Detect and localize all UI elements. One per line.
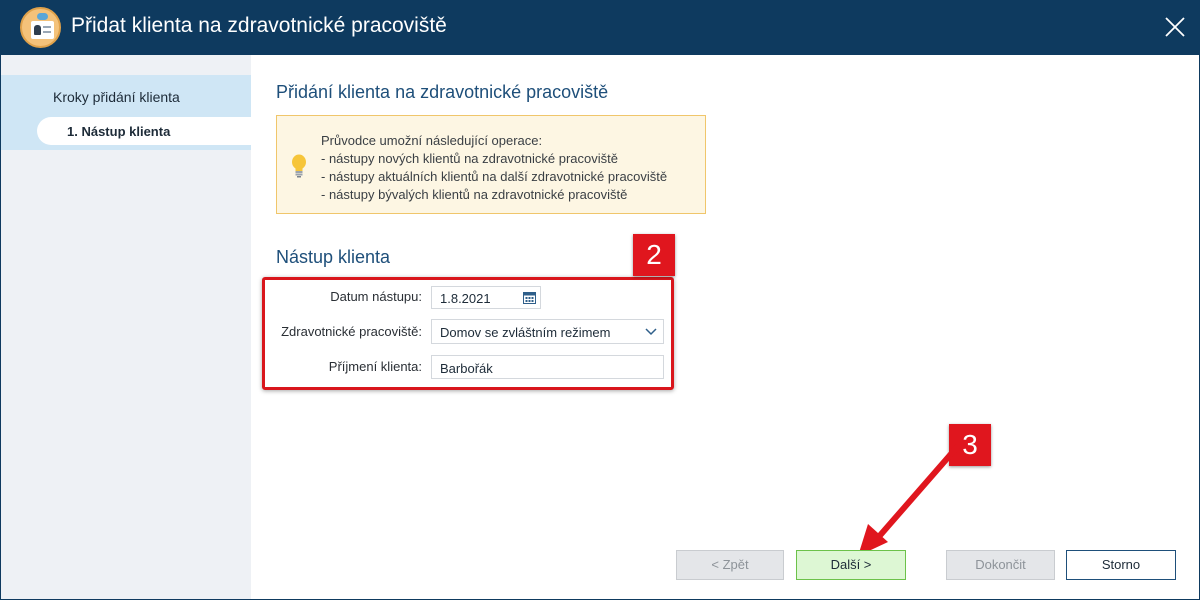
- page-title: Přidání klienta na zdravotnické pracoviš…: [276, 82, 609, 102]
- info-line: - nástupy aktuálních klientů na další zd…: [321, 169, 668, 184]
- steps-heading: Kroky přidání klienta: [53, 89, 180, 105]
- step-item-client-admission[interactable]: 1. Nástup klienta: [37, 117, 251, 145]
- cancel-button[interactable]: Storno: [1066, 550, 1176, 580]
- lightbulb-icon: [292, 154, 306, 178]
- section-title: Nástup klienta: [276, 247, 391, 267]
- wizard-sidebar: Kroky přidání klienta 1. Nástup klienta: [1, 55, 251, 599]
- info-line: - nástupy bývalých klientů na zdravotnic…: [321, 187, 628, 202]
- close-button[interactable]: [1160, 12, 1190, 42]
- window-title: Přidat klienta na zdravotnické pracovišt…: [71, 14, 447, 37]
- annotation-highlight-frame: [262, 277, 674, 390]
- close-icon: [1165, 17, 1185, 37]
- back-button[interactable]: < Zpět: [676, 550, 784, 580]
- info-line: Průvodce umožní následující operace:: [321, 133, 543, 148]
- step-label: 1. Nástup klienta: [67, 124, 171, 139]
- annotation-badge-2: 2: [633, 234, 675, 276]
- annotation-arrow-icon: [858, 443, 961, 556]
- next-button[interactable]: Další >: [796, 550, 906, 580]
- client-card-icon: [20, 7, 61, 48]
- info-line: - nástupy nových klientů na zdravotnické…: [321, 151, 618, 166]
- finish-button[interactable]: Dokončit: [946, 550, 1055, 580]
- steps-panel: Kroky přidání klienta 1. Nástup klienta: [1, 75, 251, 150]
- info-box: Průvodce umožní následující operace: - n…: [276, 115, 706, 214]
- title-bar: Přidat klienta na zdravotnické pracovišt…: [0, 0, 1200, 55]
